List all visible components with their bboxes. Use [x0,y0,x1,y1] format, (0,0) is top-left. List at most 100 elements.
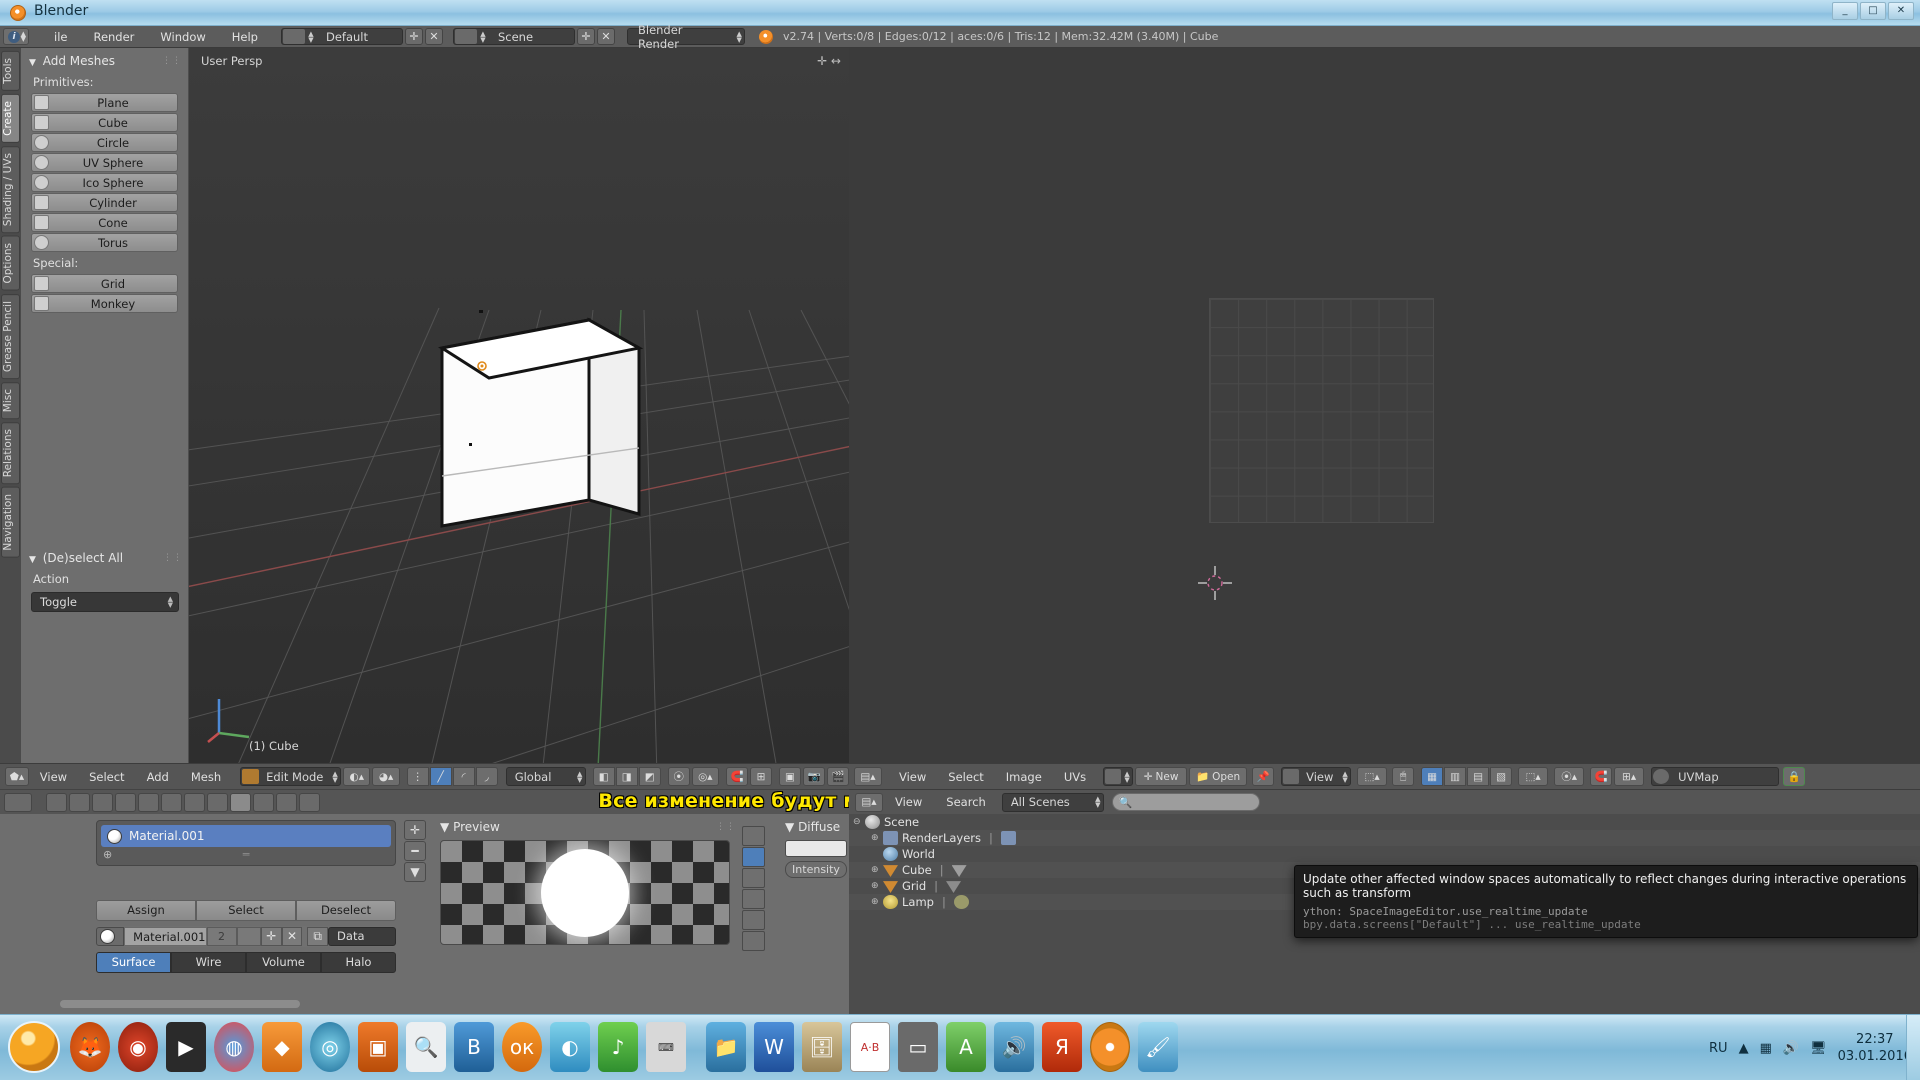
taskbar-skype-icon[interactable]: ◐ [550,1022,590,1072]
view3d-menu-select[interactable]: Select [78,770,135,784]
material-fake-user-toggle[interactable] [236,927,261,946]
new-scene-button[interactable]: ✛ [576,28,595,45]
diffuse-panel-header[interactable]: ▼ Diffuse [785,820,855,834]
new-screen-button[interactable]: ✛ [404,28,423,45]
add-cylinder-button[interactable]: Cylinder [31,193,178,212]
taskbar-icons[interactable]: 🦊 ◉ ▶ ◍ ◆ ◎ ▣ 🔍 B ок ◐ ♪ ⌨ 📁 W 🗄 A·B ▭ A… [70,1022,1178,1072]
toolshelf-tab-misc[interactable]: Misc [1,381,20,419]
add-icosphere-button[interactable]: Ico Sphere [31,173,178,192]
view3d-menu-add[interactable]: Add [136,770,180,784]
display-mode-spinner-icon[interactable]: ▲ ▼ [1093,796,1103,809]
snap-magnet-icon[interactable]: 🧲 [726,767,748,786]
preview-cube-button[interactable] [742,868,765,888]
viewport-nav-icons[interactable]: ✛ ↔ [817,54,841,68]
taskbar-yandex-icon[interactable]: Я [1042,1022,1082,1072]
shader-volume-button[interactable]: Volume [246,952,321,973]
add-uvsphere-button[interactable]: UV Sphere [31,153,178,172]
material-name-field[interactable]: Material.001 [124,927,207,946]
remove-material-slot-button[interactable]: ━ [404,841,426,861]
uv-menu-uvs[interactable]: UVs [1053,770,1097,784]
taskbar-app-orange-icon[interactable]: ◆ [262,1022,302,1072]
uv-view-mode-selector[interactable]: View ▲ ▼ [1281,767,1352,786]
view3d-menu-mesh[interactable]: Mesh [180,770,232,784]
uv-sticky-mode-button[interactable]: ⬚▴ [1518,767,1549,786]
window-controls[interactable]: _ □ ✕ [1832,2,1914,20]
uv-select-mode-button[interactable]: ⬚▴ [1357,767,1388,786]
taskbar-abbyy-icon[interactable]: A·B [850,1022,890,1072]
toolshelf-tab-shading-uvs[interactable]: Shading / UVs [1,145,20,233]
outliner-menu-view[interactable]: View [883,795,934,809]
material-datablock-row[interactable]: Material.001 2 ✛ ✕ ⧉ Data [96,926,396,947]
editor-type-uv-icon[interactable]: ▤▴ [854,767,882,786]
transform-orientation-selector[interactable]: Global ▲ ▼ [505,767,586,786]
outliner-menu-search[interactable]: Search [934,795,998,809]
add-material-slot-button[interactable]: ✛ [404,820,426,840]
x-ray-button[interactable]: ◩ [638,767,661,786]
uv-menu-image[interactable]: Image [995,770,1053,784]
minimize-button[interactable]: _ [1832,2,1858,20]
shader-wire-button[interactable]: Wire [171,952,246,973]
uv-snap-magnet-icon[interactable]: 🧲 [1590,767,1613,786]
menu-window[interactable]: Window [147,26,218,48]
mode-spinner-icon[interactable]: ▲ ▼ [330,770,340,783]
image-browse-selector[interactable]: ▲ ▼ [1103,767,1134,786]
extra-select-button[interactable]: ◞ [475,767,498,786]
toolshelf-tab-create[interactable]: Create [1,93,20,143]
action-spinner-icon[interactable]: ▲ ▼ [168,596,173,609]
uv-menu-bar[interactable]: View Select Image UVs [888,770,1097,784]
render-engine-selector[interactable]: Blender Render ▲ ▼ [626,23,745,51]
operator-panel-header[interactable]: ▼ (De)select All ⋮⋮ [21,545,189,569]
image-spinner-icon[interactable]: ▲ ▼ [1122,770,1132,783]
pivot-point-button[interactable]: ◎▴ [691,767,719,786]
add-monkey-button[interactable]: Monkey [31,294,178,313]
add-plane-button[interactable]: Plane [31,93,178,112]
expand-icon[interactable]: ⊕ [871,881,883,891]
expand-icon[interactable]: ⊕ [871,865,883,875]
toolshelf-tab-options[interactable]: Options [1,235,20,291]
uv-display-smooth-button[interactable]: ▧ [1490,767,1513,786]
interaction-mode-selector[interactable]: Edit Mode ▲ ▼ [240,767,342,786]
preview-sphere-button[interactable] [742,847,765,867]
uv-proportional-edit-button[interactable]: ⦿▴ [1554,767,1585,786]
pin-image-icon[interactable]: 📌 [1252,767,1275,786]
outliner-search-input[interactable]: 🔍 [1111,793,1260,811]
uv-display-dash-button[interactable]: ▤ [1467,767,1490,786]
add-grid-button[interactable]: Grid [31,274,178,293]
select-button[interactable]: Select [196,900,296,921]
assign-button[interactable]: Assign [96,900,196,921]
material-slot-menu-button[interactable]: ▼ [404,862,426,882]
preview-type-buttons[interactable] [742,826,765,952]
viewport-shading-button[interactable]: ◐▴ [343,767,371,786]
taskbar-paint-icon[interactable]: 🖌 [1138,1022,1178,1072]
menu-file[interactable]: ile [41,26,80,48]
add-meshes-panel-header[interactable]: ▼ Add Meshes ⋮⋮ [21,48,188,72]
taskbar-window-icon[interactable]: ▭ [898,1022,938,1072]
show-desktop-button[interactable] [1906,1015,1920,1080]
taskbar-word-icon[interactable]: W [754,1022,794,1072]
uv-canvas-grid[interactable] [1209,298,1434,523]
taskbar-camera-icon[interactable]: ▣ [358,1022,398,1072]
copy-material-icon[interactable]: ⧉ [307,927,329,946]
face-select-mode-button[interactable]: ◜ [452,767,475,786]
toolshelf-tab-relations[interactable]: Relations [1,421,20,485]
system-tray[interactable]: RU ▲ ▦ 🔊 🖥 22:37 03.01.2016 [1709,1015,1912,1080]
lock-icon[interactable]: 🔒 [1783,767,1806,786]
uv-menu-select[interactable]: Select [937,770,994,784]
start-button[interactable] [8,1021,60,1073]
add-cube-button[interactable]: Cube [31,113,178,132]
engine-spinner-icon[interactable]: ▲ ▼ [734,30,744,43]
taskbar-search-icon[interactable]: 🔍 [406,1022,446,1072]
pivot-snap-group[interactable]: ◧ ◨ ◩ [592,767,661,786]
taskbar-player-icon[interactable]: ▶ [166,1022,206,1072]
deselect-button[interactable]: Deselect [296,900,396,921]
uv-image-editor[interactable] [849,48,1920,763]
uv-menu-view[interactable]: View [888,770,937,784]
menu-render[interactable]: Render [80,26,147,48]
taskbar-archive-icon[interactable]: 🗄 [802,1022,842,1072]
taskbar-explorer-icon[interactable]: 📁 [706,1022,746,1072]
render-camera-icon[interactable]: 📷 [803,767,825,786]
shader-halo-button[interactable]: Halo [321,952,396,973]
taskbar-blender-icon[interactable] [1090,1022,1130,1072]
uv-snap-target-button[interactable]: ⊞▴ [1614,767,1645,786]
new-image-button[interactable]: ✛ New [1135,767,1188,786]
